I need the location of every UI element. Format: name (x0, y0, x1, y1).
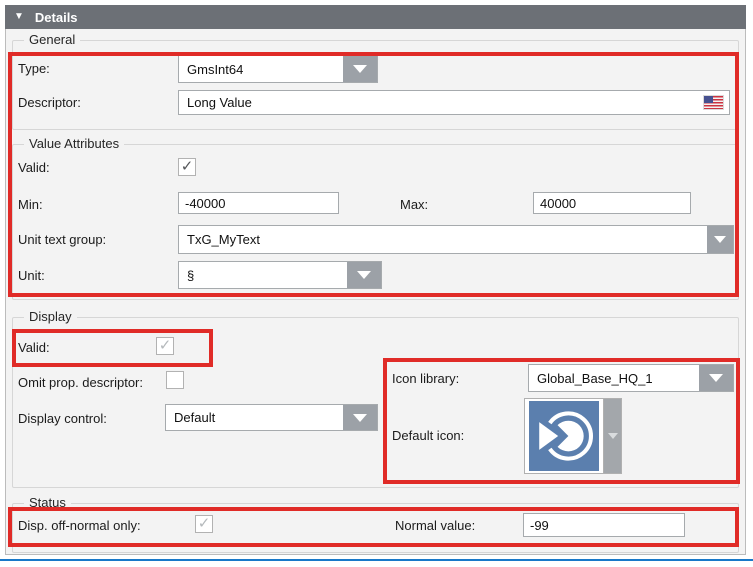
bottom-accent-line (0, 559, 753, 561)
status-group-label: Status (24, 495, 71, 510)
valid-label: Valid: (18, 160, 50, 175)
display-control-dropdown[interactable]: Default (165, 404, 378, 431)
check-icon: ✓ (159, 338, 172, 353)
icon-dropdown-button[interactable] (604, 398, 622, 474)
min-input[interactable] (178, 192, 339, 214)
details-header[interactable]: ▼ Details (5, 5, 746, 29)
icon-library-dropdown-button[interactable] (699, 365, 733, 391)
descriptor-input[interactable] (185, 94, 704, 111)
dropdown-arrow-icon (608, 433, 618, 439)
dropdown-arrow-icon (353, 414, 367, 422)
omit-prop-descriptor-checkbox[interactable] (166, 371, 184, 389)
unit-dropdown-button[interactable] (347, 262, 381, 288)
disp-off-normal-only-checkbox[interactable]: ✓ (195, 515, 213, 533)
value-attributes-group-label: Value Attributes (24, 136, 124, 151)
default-icon-label: Default icon: (392, 428, 464, 443)
general-group-label: General (24, 32, 80, 47)
display-group: Display (12, 317, 739, 488)
check-icon: ✓ (198, 516, 211, 531)
unit-value: § (179, 262, 347, 288)
unit-text-group-value: TxG_MyText (179, 226, 707, 253)
icon-library-value: Global_Base_HQ_1 (529, 365, 699, 391)
type-value: GmsInt64 (179, 56, 343, 82)
check-icon: ✓ (181, 159, 194, 174)
display-group-label: Display (24, 309, 77, 324)
selected-icon[interactable] (524, 398, 604, 474)
display-control-label: Display control: (18, 411, 107, 426)
collapse-arrow-icon[interactable]: ▼ (14, 12, 24, 22)
display-valid-label: Valid: (18, 340, 50, 355)
general-group: General (12, 40, 739, 130)
type-dropdown[interactable]: GmsInt64 (178, 55, 378, 83)
descriptor-field[interactable] (178, 90, 730, 115)
icon-library-label: Icon library: (392, 371, 459, 386)
unit-label: Unit: (18, 268, 45, 283)
max-label: Max: (400, 197, 428, 212)
default-icon-picker[interactable] (524, 398, 622, 474)
unit-text-group-label: Unit text group: (18, 232, 106, 247)
dropdown-arrow-icon (709, 374, 723, 382)
type-dropdown-button[interactable] (343, 56, 377, 82)
us-flag-icon (704, 96, 723, 109)
disp-off-normal-only-label: Disp. off-normal only: (18, 518, 141, 533)
min-label: Min: (18, 197, 43, 212)
unit-dropdown[interactable]: § (178, 261, 382, 289)
unit-text-group-dropdown-button[interactable] (707, 226, 733, 253)
panel-title: Details (35, 10, 78, 25)
play-circle-icon (527, 401, 601, 471)
dropdown-arrow-icon (714, 236, 726, 243)
normal-value-label: Normal value: (395, 518, 475, 533)
display-valid-checkbox[interactable]: ✓ (156, 337, 174, 355)
descriptor-label: Descriptor: (18, 95, 81, 110)
icon-library-dropdown[interactable]: Global_Base_HQ_1 (528, 364, 734, 392)
valid-checkbox[interactable]: ✓ (178, 158, 196, 176)
display-control-value: Default (166, 405, 343, 430)
normal-value-input[interactable] (523, 513, 685, 537)
display-control-dropdown-button[interactable] (343, 405, 377, 430)
max-input[interactable] (533, 192, 691, 214)
type-label: Type: (18, 61, 50, 76)
unit-text-group-dropdown[interactable]: TxG_MyText (178, 225, 734, 254)
flag-canton (704, 96, 713, 103)
dropdown-arrow-icon (357, 271, 371, 279)
omit-prop-descriptor-label: Omit prop. descriptor: (18, 375, 143, 390)
details-view: ▼ Details General Type: GmsInt64 Descrip… (0, 0, 753, 567)
dropdown-arrow-icon (353, 65, 367, 73)
